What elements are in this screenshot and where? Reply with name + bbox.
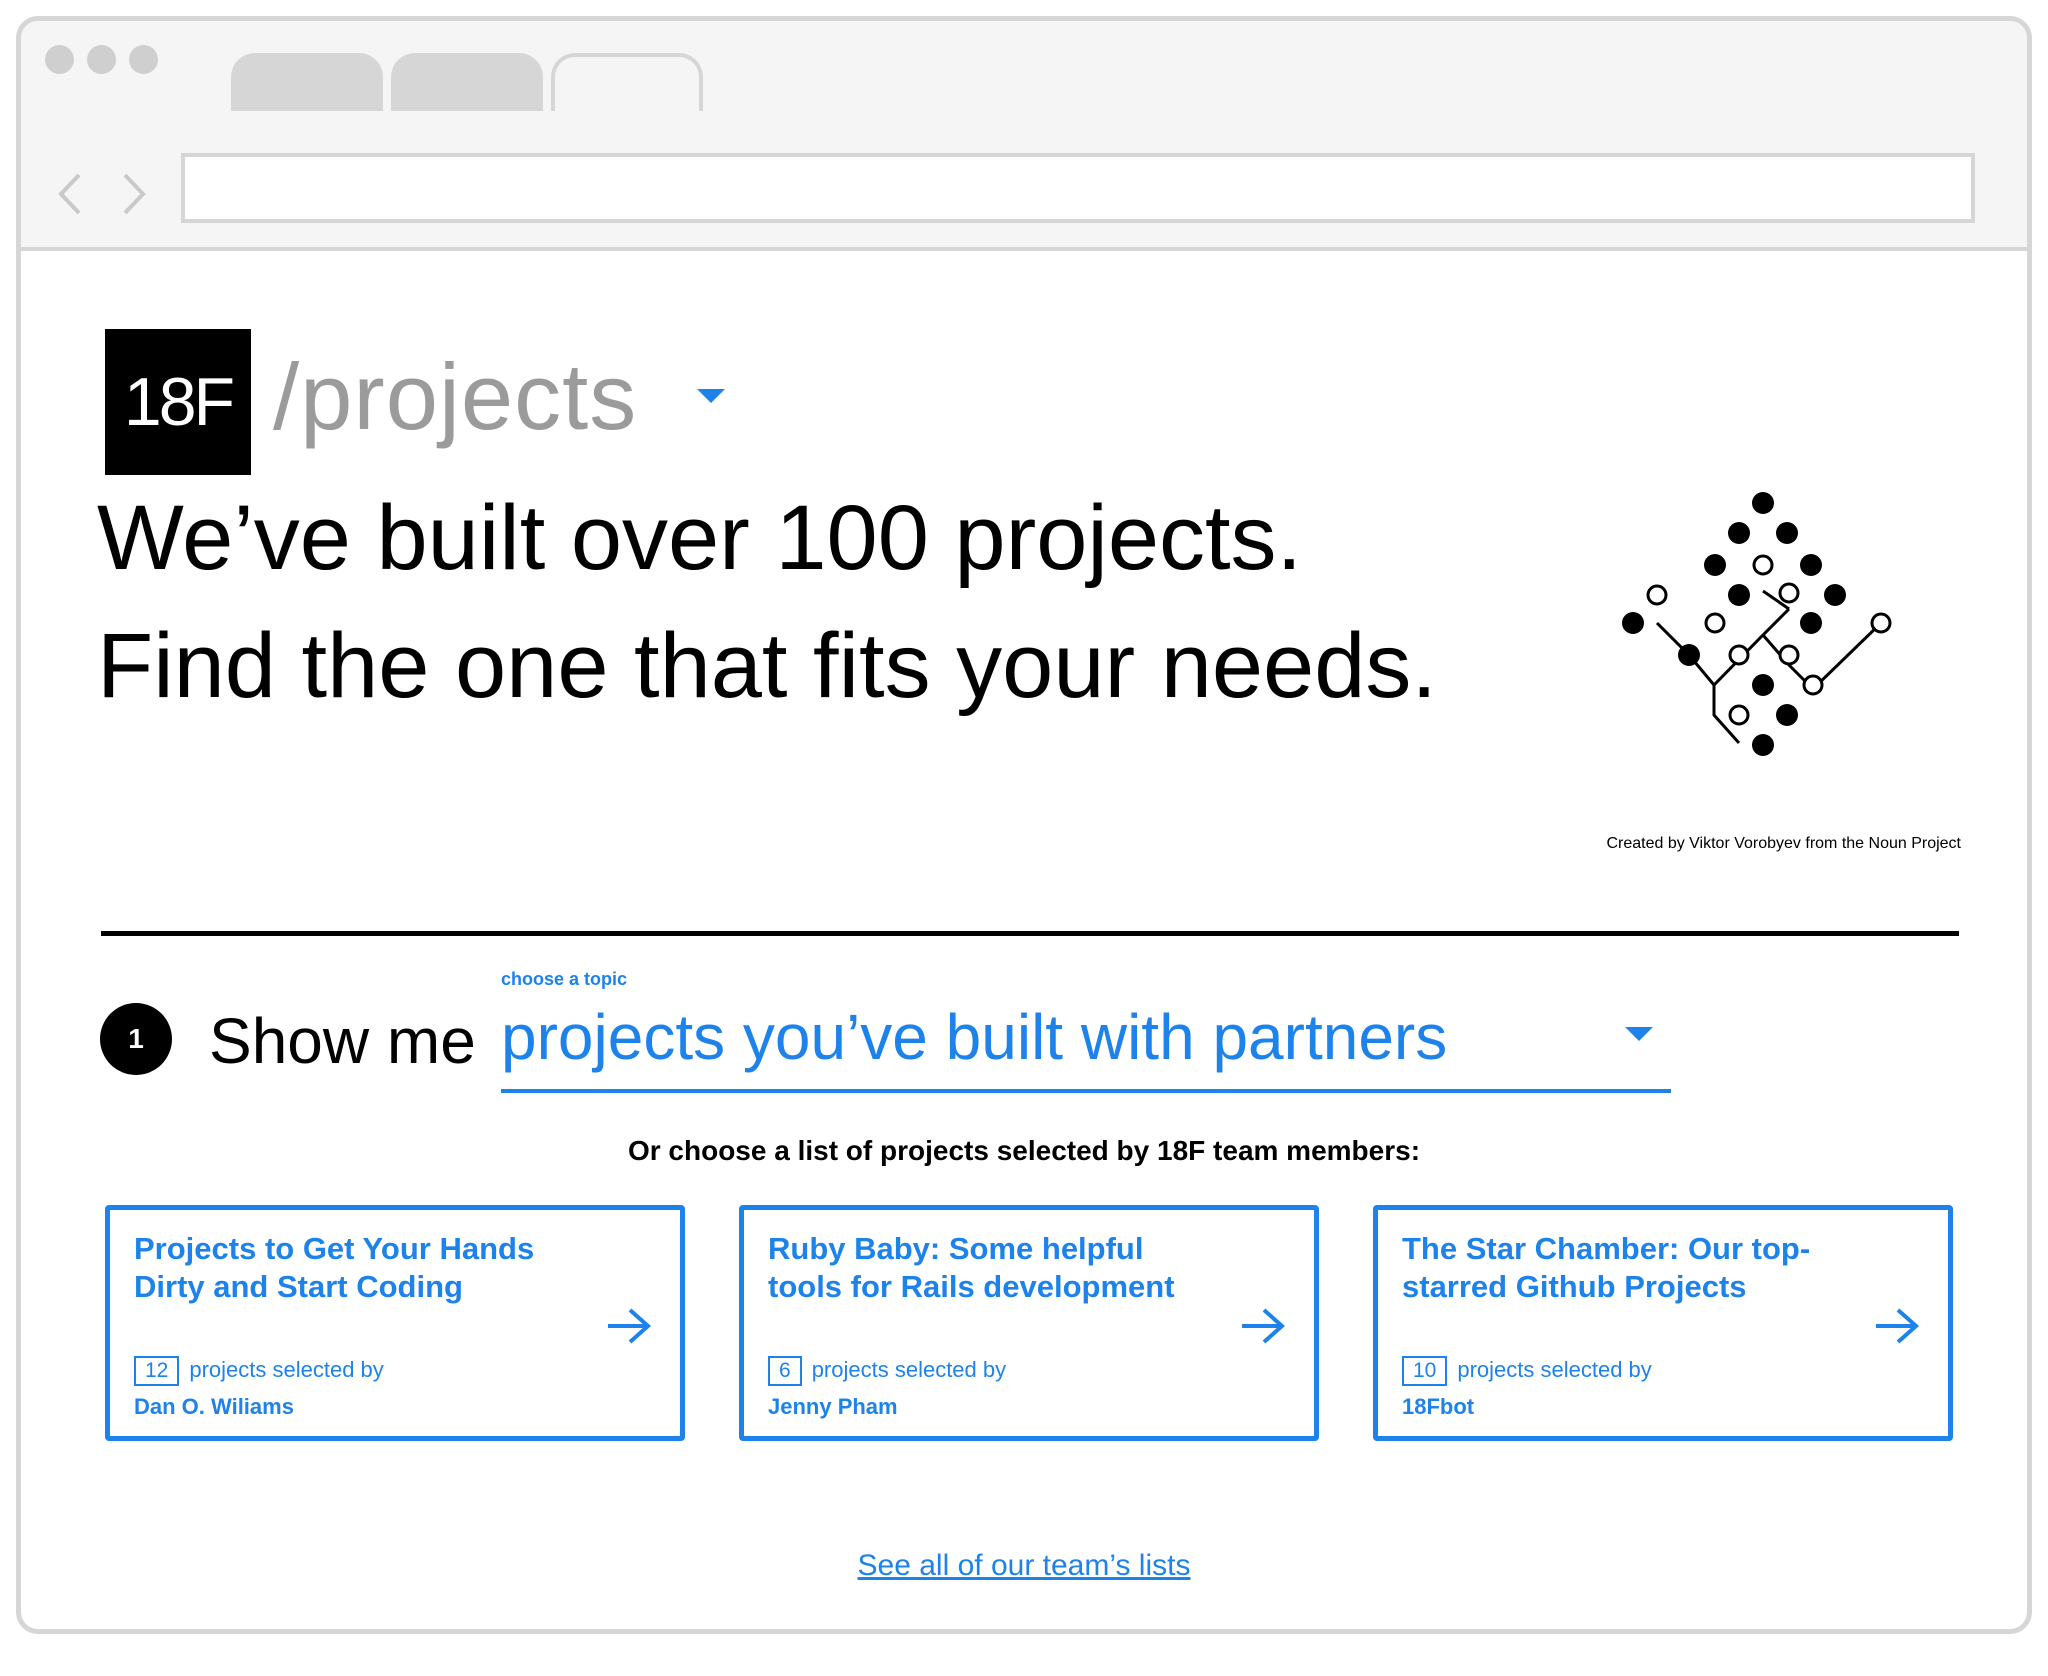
- show-me-label: Show me: [209, 1005, 476, 1077]
- browser-tab-bar: [21, 21, 2027, 115]
- window-maximize-dot[interactable]: [129, 45, 158, 74]
- browser-tab-2[interactable]: [391, 53, 543, 113]
- caret-down-icon[interactable]: [1625, 1027, 1653, 1041]
- hero-headline-line1: We’ve built over 100 projects.: [97, 487, 1303, 589]
- arrow-right-icon[interactable]: [1238, 1306, 1288, 1346]
- list-card-meta: 12 projects selected by: [134, 1356, 384, 1386]
- forward-icon[interactable]: [119, 169, 149, 219]
- project-count-badge: 12: [134, 1356, 180, 1386]
- list-card-meta: 10 projects selected by: [1402, 1356, 1652, 1386]
- section-title: /projects: [273, 344, 638, 449]
- step-number-badge: 1: [100, 1003, 172, 1075]
- topic-label: choose a topic: [501, 969, 628, 989]
- list-card[interactable]: Projects to Get Your Hands Dirty and Sta…: [105, 1205, 685, 1441]
- topic-select[interactable]: projects you’ve built with partners: [501, 999, 1671, 1093]
- section-divider: [101, 931, 1959, 936]
- list-card-title[interactable]: Projects to Get Your Hands Dirty and Sta…: [134, 1230, 574, 1306]
- list-card[interactable]: Ruby Baby: Some helpful tools for Rails …: [739, 1205, 1319, 1441]
- browser-window: 18F /projects We’ve built over 100 proje…: [16, 16, 2032, 1634]
- arrow-right-icon[interactable]: [604, 1306, 654, 1346]
- selected-by-label: projects selected by: [189, 1357, 384, 1382]
- browser-tab-active[interactable]: [551, 53, 703, 115]
- section-caret-down-icon[interactable]: [697, 389, 725, 403]
- window-close-dot[interactable]: [45, 45, 74, 74]
- project-count-badge: 10: [1402, 1356, 1448, 1386]
- 18f-logo[interactable]: 18F: [105, 329, 251, 475]
- browser-toolbar: [21, 111, 2027, 251]
- hero-headline-line2: Find the one that fits your needs.: [97, 615, 1437, 717]
- browser-tab-1[interactable]: [231, 53, 383, 113]
- topic-selected-value[interactable]: projects you’ve built with partners: [501, 999, 1447, 1075]
- lists-intro: Or choose a list of projects selected by…: [627, 1135, 1421, 1166]
- see-all-lists-link[interactable]: See all of our team’s lists: [858, 1549, 1191, 1582]
- project-count-badge: 6: [768, 1356, 802, 1386]
- list-card-title[interactable]: Ruby Baby: Some helpful tools for Rails …: [768, 1230, 1208, 1306]
- see-all-lists: See all of our team’s lists: [21, 1549, 2027, 1583]
- list-card-author: 18Fbot: [1402, 1394, 1475, 1419]
- list-card-author: Jenny Pham: [768, 1394, 898, 1419]
- selected-by-label: projects selected by: [1457, 1357, 1652, 1382]
- back-icon[interactable]: [55, 169, 85, 219]
- list-card-meta: 6 projects selected by: [768, 1356, 1006, 1386]
- list-card-author: Dan O. Wiliams: [134, 1394, 294, 1419]
- image-credit: Created by Viktor Vorobyev from the Noun…: [1606, 835, 1961, 852]
- address-bar[interactable]: [181, 153, 1975, 223]
- list-card-title[interactable]: The Star Chamber: Our top-starred Github…: [1402, 1230, 1842, 1306]
- list-card[interactable]: The Star Chamber: Our top-starred Github…: [1373, 1205, 1953, 1441]
- network-diamond-icon: [1622, 492, 1892, 756]
- arrow-right-icon[interactable]: [1872, 1306, 1922, 1346]
- selected-by-label: projects selected by: [811, 1357, 1007, 1382]
- window-minimize-dot[interactable]: [87, 45, 116, 74]
